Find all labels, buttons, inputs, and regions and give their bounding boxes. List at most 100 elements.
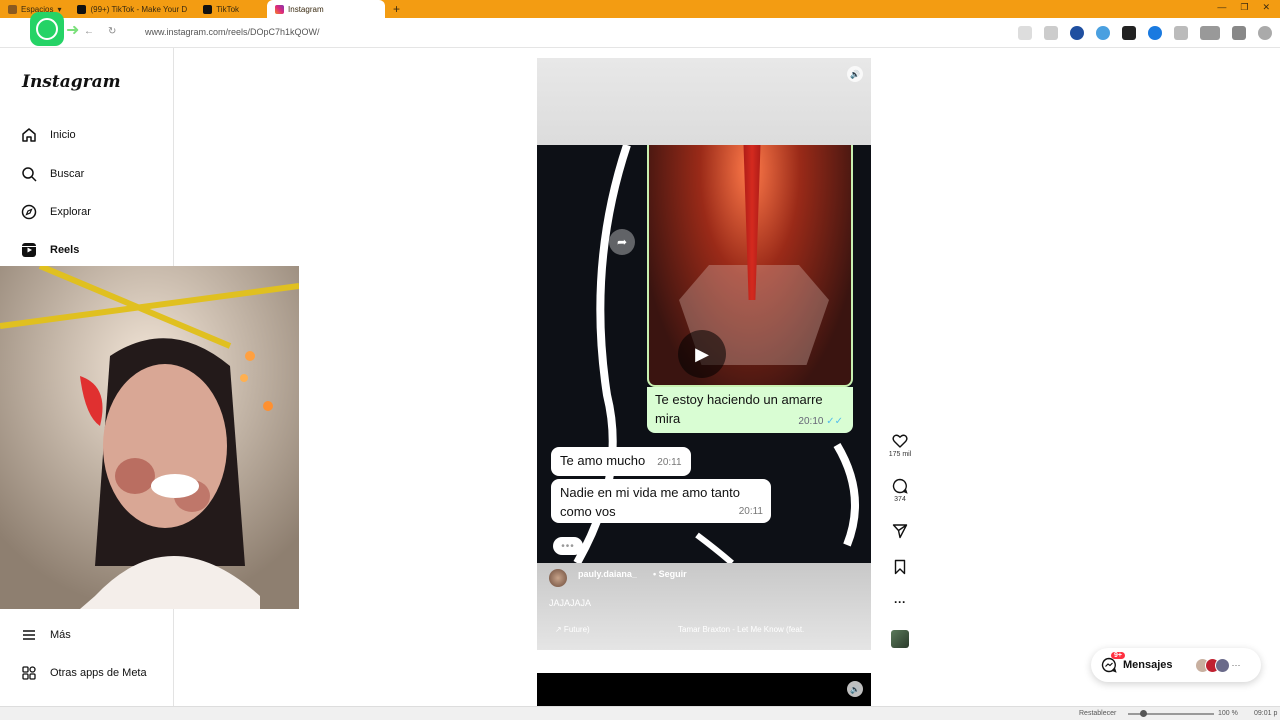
audio-cover-image: [891, 630, 909, 648]
nav-buttons: ← ↻: [84, 26, 116, 37]
reel-card[interactable]: 🔊 ▶ Te estoy haciendo un amarre mira 20:…: [537, 58, 871, 650]
tiktok-icon: [77, 4, 87, 14]
like-button[interactable]: 175 mil: [886, 433, 914, 458]
play-icon[interactable]: ▶: [678, 330, 726, 378]
extension-blue-icon[interactable]: [1148, 26, 1162, 40]
spaces-icon: [8, 4, 17, 14]
tiktok-icon: [203, 4, 213, 14]
zoom-reset-button[interactable]: Restablecer: [1079, 710, 1116, 717]
zoom-level: 100 %: [1218, 710, 1238, 717]
sidebar-item-label: Otras apps de Meta: [50, 667, 147, 679]
extension-circle-icon[interactable]: [1096, 26, 1110, 40]
chat-bubble-received: Te amo mucho 20:11: [551, 447, 691, 476]
profile-icon[interactable]: [1258, 26, 1272, 40]
compass-icon: [20, 203, 38, 221]
sidebar-item-explorar[interactable]: Explorar: [20, 202, 91, 222]
avatar[interactable]: [549, 569, 567, 587]
translate-icon[interactable]: [1018, 26, 1032, 40]
minimize-icon[interactable]: —: [1217, 2, 1226, 13]
browser-status-bar: Restablecer 100 % 09:01 p: [0, 706, 1280, 720]
username-link[interactable]: pauly.daiana_: [578, 569, 637, 579]
restore-icon[interactable]: ❐: [1240, 2, 1248, 13]
tab-label: TikTok: [216, 4, 240, 14]
comment-icon: [892, 478, 908, 494]
messages-button[interactable]: 9+ Mensajes ···: [1091, 648, 1261, 682]
audio-thumbnail[interactable]: [886, 630, 914, 648]
sidebar-item-label: Reels: [50, 244, 80, 256]
comment-button[interactable]: 374: [886, 478, 914, 503]
sidebar-toggle-icon[interactable]: [1232, 26, 1246, 40]
whatsapp-icon[interactable]: [30, 12, 64, 46]
address-bar: ← ↻ www.instagram.com/reels/DOpC7h1kQOW/: [0, 18, 1280, 48]
message-time: 20:11: [738, 505, 763, 517]
browser-tab-bar: Espacios ▾ (99+) TikTok - Make Your D Ti…: [0, 0, 1280, 18]
chat-bubble-received: Nadie en mi vida me amo tanto como vos 2…: [551, 479, 771, 523]
zoom-slider-handle[interactable]: [1140, 710, 1147, 717]
tab-label: (99+) TikTok - Make Your D: [90, 4, 188, 14]
sidebar-item-otras-apps[interactable]: Otras apps de Meta: [20, 663, 147, 683]
follow-label: Seguir: [658, 569, 687, 579]
sidebar-item-inicio[interactable]: Inicio: [20, 125, 76, 145]
follow-button[interactable]: • Seguir: [653, 569, 687, 579]
puzzle-icon[interactable]: [1174, 26, 1188, 40]
sidebar-item-reels[interactable]: Reels: [20, 240, 79, 260]
separator-dot: •: [653, 569, 657, 579]
tab-label: Instagram: [288, 4, 324, 14]
clock: 09:01 p: [1254, 710, 1278, 717]
message-time: 20:11: [657, 457, 682, 468]
heart-icon: [892, 433, 908, 449]
reel-caption: JAJAJAJA: [549, 598, 592, 608]
reload-icon[interactable]: ↻: [108, 26, 116, 37]
sidebar-item-mas[interactable]: Más: [20, 625, 71, 645]
unread-badge: 9+: [1111, 652, 1125, 659]
reel-video[interactable]: ▶ Te estoy haciendo un amarre mira 20:10…: [537, 145, 871, 563]
webcam-image: [0, 266, 299, 609]
tab-tiktok[interactable]: TikTok: [195, 0, 247, 18]
sidebar-item-label: Más: [50, 629, 71, 641]
sidebar-item-label: Inicio: [50, 129, 76, 141]
bookmark-icon[interactable]: [1044, 26, 1058, 40]
music-info[interactable]: ↗ Future): [555, 625, 590, 634]
read-check-icon: ✓✓: [826, 415, 843, 427]
sidebar-item-label: Explorar: [50, 206, 91, 218]
more-options-button[interactable]: ···: [886, 594, 914, 610]
volume-icon[interactable]: 🔊: [847, 681, 863, 697]
arrow-icon: ➜: [66, 22, 80, 39]
sidebar-item-label: Buscar: [50, 168, 85, 180]
instagram-logo[interactable]: Instagram: [22, 72, 121, 92]
bookmark-icon: [892, 559, 908, 575]
chat-bubble-sent: Te estoy haciendo un amarre mira 20:10 ✓…: [647, 387, 853, 433]
forward-icon: ➦: [609, 229, 635, 255]
message-text: Nadie en mi vida me amo tanto como vos: [560, 485, 740, 519]
sidebar-item-buscar[interactable]: Buscar: [20, 164, 84, 184]
home-icon: [20, 126, 38, 144]
search-icon: [20, 165, 38, 183]
window-controls: — ❐ ✕: [1207, 0, 1280, 15]
music-title[interactable]: Tamar Braxton - Let Me Know (feat.: [678, 625, 804, 634]
recent-contacts: ···: [1194, 657, 1241, 673]
like-count: 175 mil: [888, 451, 912, 458]
save-button[interactable]: [886, 559, 914, 575]
reel-top-blur: 🔊: [537, 58, 871, 145]
share-button[interactable]: [886, 523, 914, 539]
more-icon: ···: [1231, 660, 1241, 670]
menu-icon: [20, 626, 38, 644]
new-tab-button[interactable]: +: [393, 2, 400, 16]
message-time: 20:10 ✓✓: [798, 415, 843, 427]
url-field[interactable]: www.instagram.com/reels/DOpC7h1kQOW/: [145, 27, 320, 37]
tab-tiktok-make[interactable]: (99+) TikTok - Make Your D: [69, 0, 195, 18]
next-reel-card[interactable]: 🔊: [537, 673, 871, 706]
message-text: Te amo mucho: [560, 453, 646, 468]
close-icon[interactable]: ✕: [1262, 2, 1270, 13]
webcam-overlay: [0, 266, 299, 609]
more-icon: ···: [894, 595, 906, 609]
typing-indicator: •••: [553, 537, 583, 555]
extension-icons: [1018, 26, 1272, 40]
vpn-icon[interactable]: [1200, 26, 1220, 40]
extension-r2-icon[interactable]: [1122, 26, 1136, 40]
tab-instagram[interactable]: Instagram: [267, 0, 386, 18]
comment-count: 374: [894, 496, 906, 503]
volume-icon[interactable]: 🔊: [847, 66, 863, 82]
extension-r-icon[interactable]: [1070, 26, 1084, 40]
back-icon[interactable]: ←: [84, 26, 94, 37]
